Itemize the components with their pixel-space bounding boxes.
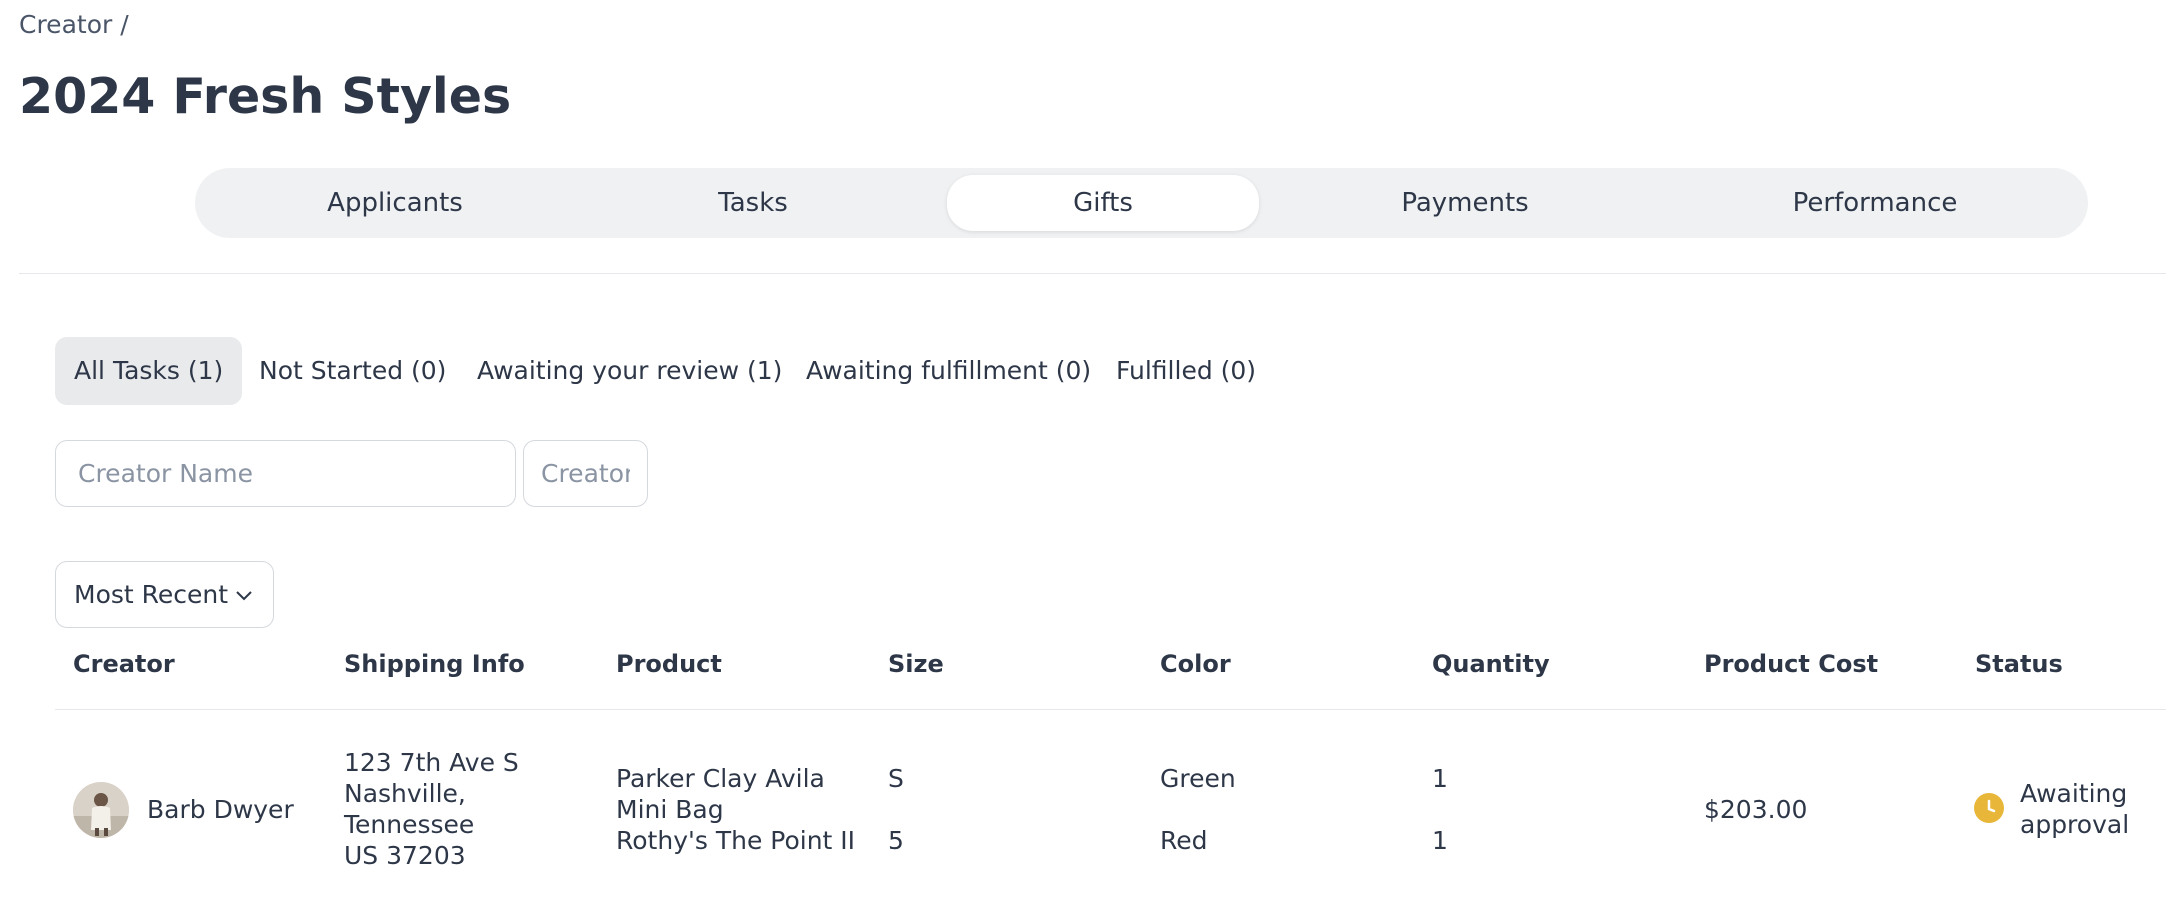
tab-gifts[interactable]: Gifts: [947, 175, 1259, 231]
header-product: Product: [616, 650, 722, 678]
creator-name-input[interactable]: [55, 440, 516, 507]
creator-input[interactable]: [523, 440, 648, 507]
filter-all-tasks[interactable]: All Tasks (1): [55, 337, 243, 405]
product-1-line-2: Mini Bag: [616, 795, 724, 824]
tab-performance[interactable]: Performance: [1765, 175, 1985, 231]
shipping-line-1: 123 7th Ave S: [344, 748, 519, 777]
header-divider: [55, 709, 2166, 710]
clock-icon: [1974, 793, 2004, 823]
size-1: S: [888, 764, 904, 793]
product-1-line-1: Parker Clay Avila: [616, 764, 825, 793]
tab-payments[interactable]: Payments: [1363, 175, 1567, 231]
tab-applicants[interactable]: Applicants: [273, 175, 517, 231]
status-line-2: approval: [2020, 810, 2130, 839]
header-creator: Creator: [73, 650, 175, 678]
avatar-image: [73, 782, 129, 838]
color-2: Red: [1160, 826, 1208, 855]
header-shipping-info: Shipping Info: [344, 650, 525, 678]
tab-tasks[interactable]: Tasks: [671, 175, 835, 231]
color-1: Green: [1160, 764, 1236, 793]
filter-awaiting-fulfillment[interactable]: Awaiting fulfillment (0): [806, 337, 1091, 405]
header-status: Status: [1975, 650, 2063, 678]
sort-selected: Most Recent: [74, 580, 229, 609]
shipping-line-4: US 37203: [344, 841, 466, 870]
shipping-line-2: Nashville,: [344, 779, 466, 808]
tab-bar: Applicants Tasks Gifts Payments Performa…: [195, 168, 2088, 238]
filter-not-started[interactable]: Not Started (0): [259, 337, 446, 405]
chevron-down-icon: [236, 591, 252, 601]
header-quantity: Quantity: [1432, 650, 1550, 678]
header-color: Color: [1160, 650, 1231, 678]
filter-awaiting-review[interactable]: Awaiting your review (1): [477, 337, 782, 405]
breadcrumb[interactable]: Creator /: [19, 10, 129, 39]
header-size: Size: [888, 650, 944, 678]
avatar[interactable]: [73, 782, 129, 838]
header-product-cost: Product Cost: [1704, 650, 1879, 678]
status-line-1: Awaiting: [2020, 779, 2128, 808]
product-2: Rothy's The Point II: [616, 826, 856, 855]
shipping-line-3: Tennessee: [344, 810, 475, 839]
product-cost: $203.00: [1704, 795, 1808, 824]
quantity-1: 1: [1432, 764, 1448, 793]
quantity-2: 1: [1432, 826, 1448, 855]
size-2: 5: [888, 826, 904, 855]
creator-name[interactable]: Barb Dwyer: [147, 794, 294, 825]
section-divider: [19, 273, 2166, 274]
page-title: 2024 Fresh Styles: [19, 68, 512, 125]
filter-fulfilled[interactable]: Fulfilled (0): [1116, 337, 1256, 405]
sort-dropdown[interactable]: Most Recent: [55, 561, 274, 628]
